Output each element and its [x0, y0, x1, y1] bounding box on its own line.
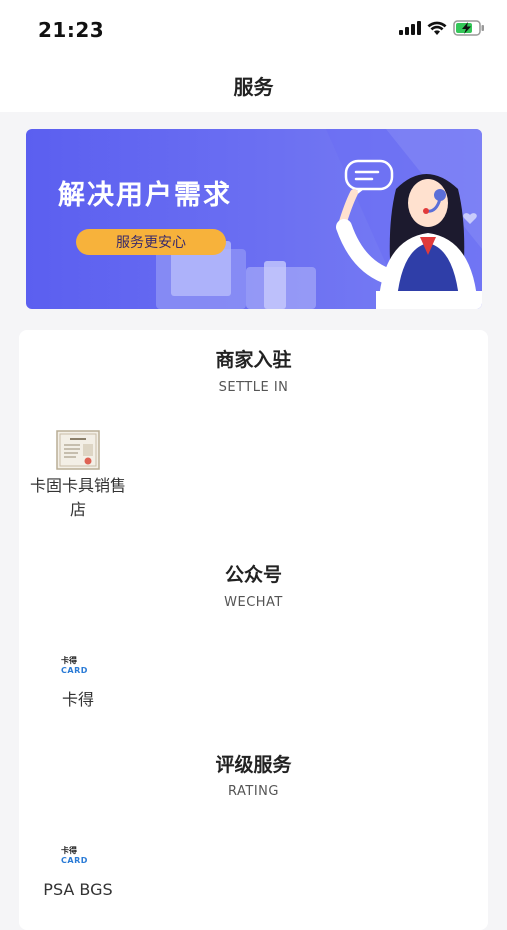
banner-illustration [156, 129, 482, 309]
page-title: 服务 [233, 74, 274, 99]
service-item-label: 卡得 [61, 690, 94, 709]
certificate-thumbnail-icon [56, 430, 100, 470]
banner-tagline-pill: 服务更安心 [76, 229, 226, 255]
wifi-icon [427, 21, 447, 35]
section-subtitle-rating: RATING [228, 784, 279, 799]
service-item-psa-bgs[interactable]: 卡得 CARD PSA BGS [19, 846, 137, 902]
service-item-label: 卡固卡具销售 店 [29, 476, 126, 519]
section-title-settle-in: 商家入驻 [215, 349, 292, 371]
section-subtitle-settle-in: SETTLE IN [218, 380, 289, 395]
status-bar: 21:23 [0, 0, 507, 58]
service-item-label: PSA BGS [43, 880, 113, 899]
signal-icon [399, 21, 421, 35]
banner-title: 解决用户需求 [58, 180, 232, 211]
service-item-kade-wechat[interactable]: 卡得 CARD 卡得 [19, 656, 137, 712]
section-subtitle-wechat: WECHAT [224, 595, 283, 610]
status-icons [399, 20, 485, 36]
card-logo-icon: 卡得 CARD [61, 846, 88, 865]
promo-banner[interactable]: 解决用户需求 服务更安心 [26, 129, 482, 309]
status-time: 21:23 [38, 18, 105, 42]
section-title-wechat: 公众号 [224, 564, 282, 586]
battery-charging-icon [453, 20, 484, 36]
section-title-rating: 评级服务 [215, 754, 292, 776]
services-card: 商家入驻 SETTLE IN 卡固卡具销售 店 公众号 WECHAT 卡得 CA… [19, 330, 488, 930]
card-logo-icon: 卡得 CARD [61, 656, 88, 675]
service-item-kagu-store[interactable]: 卡固卡具销售 店 [19, 430, 137, 522]
nav-bar: 服务 [0, 58, 507, 112]
